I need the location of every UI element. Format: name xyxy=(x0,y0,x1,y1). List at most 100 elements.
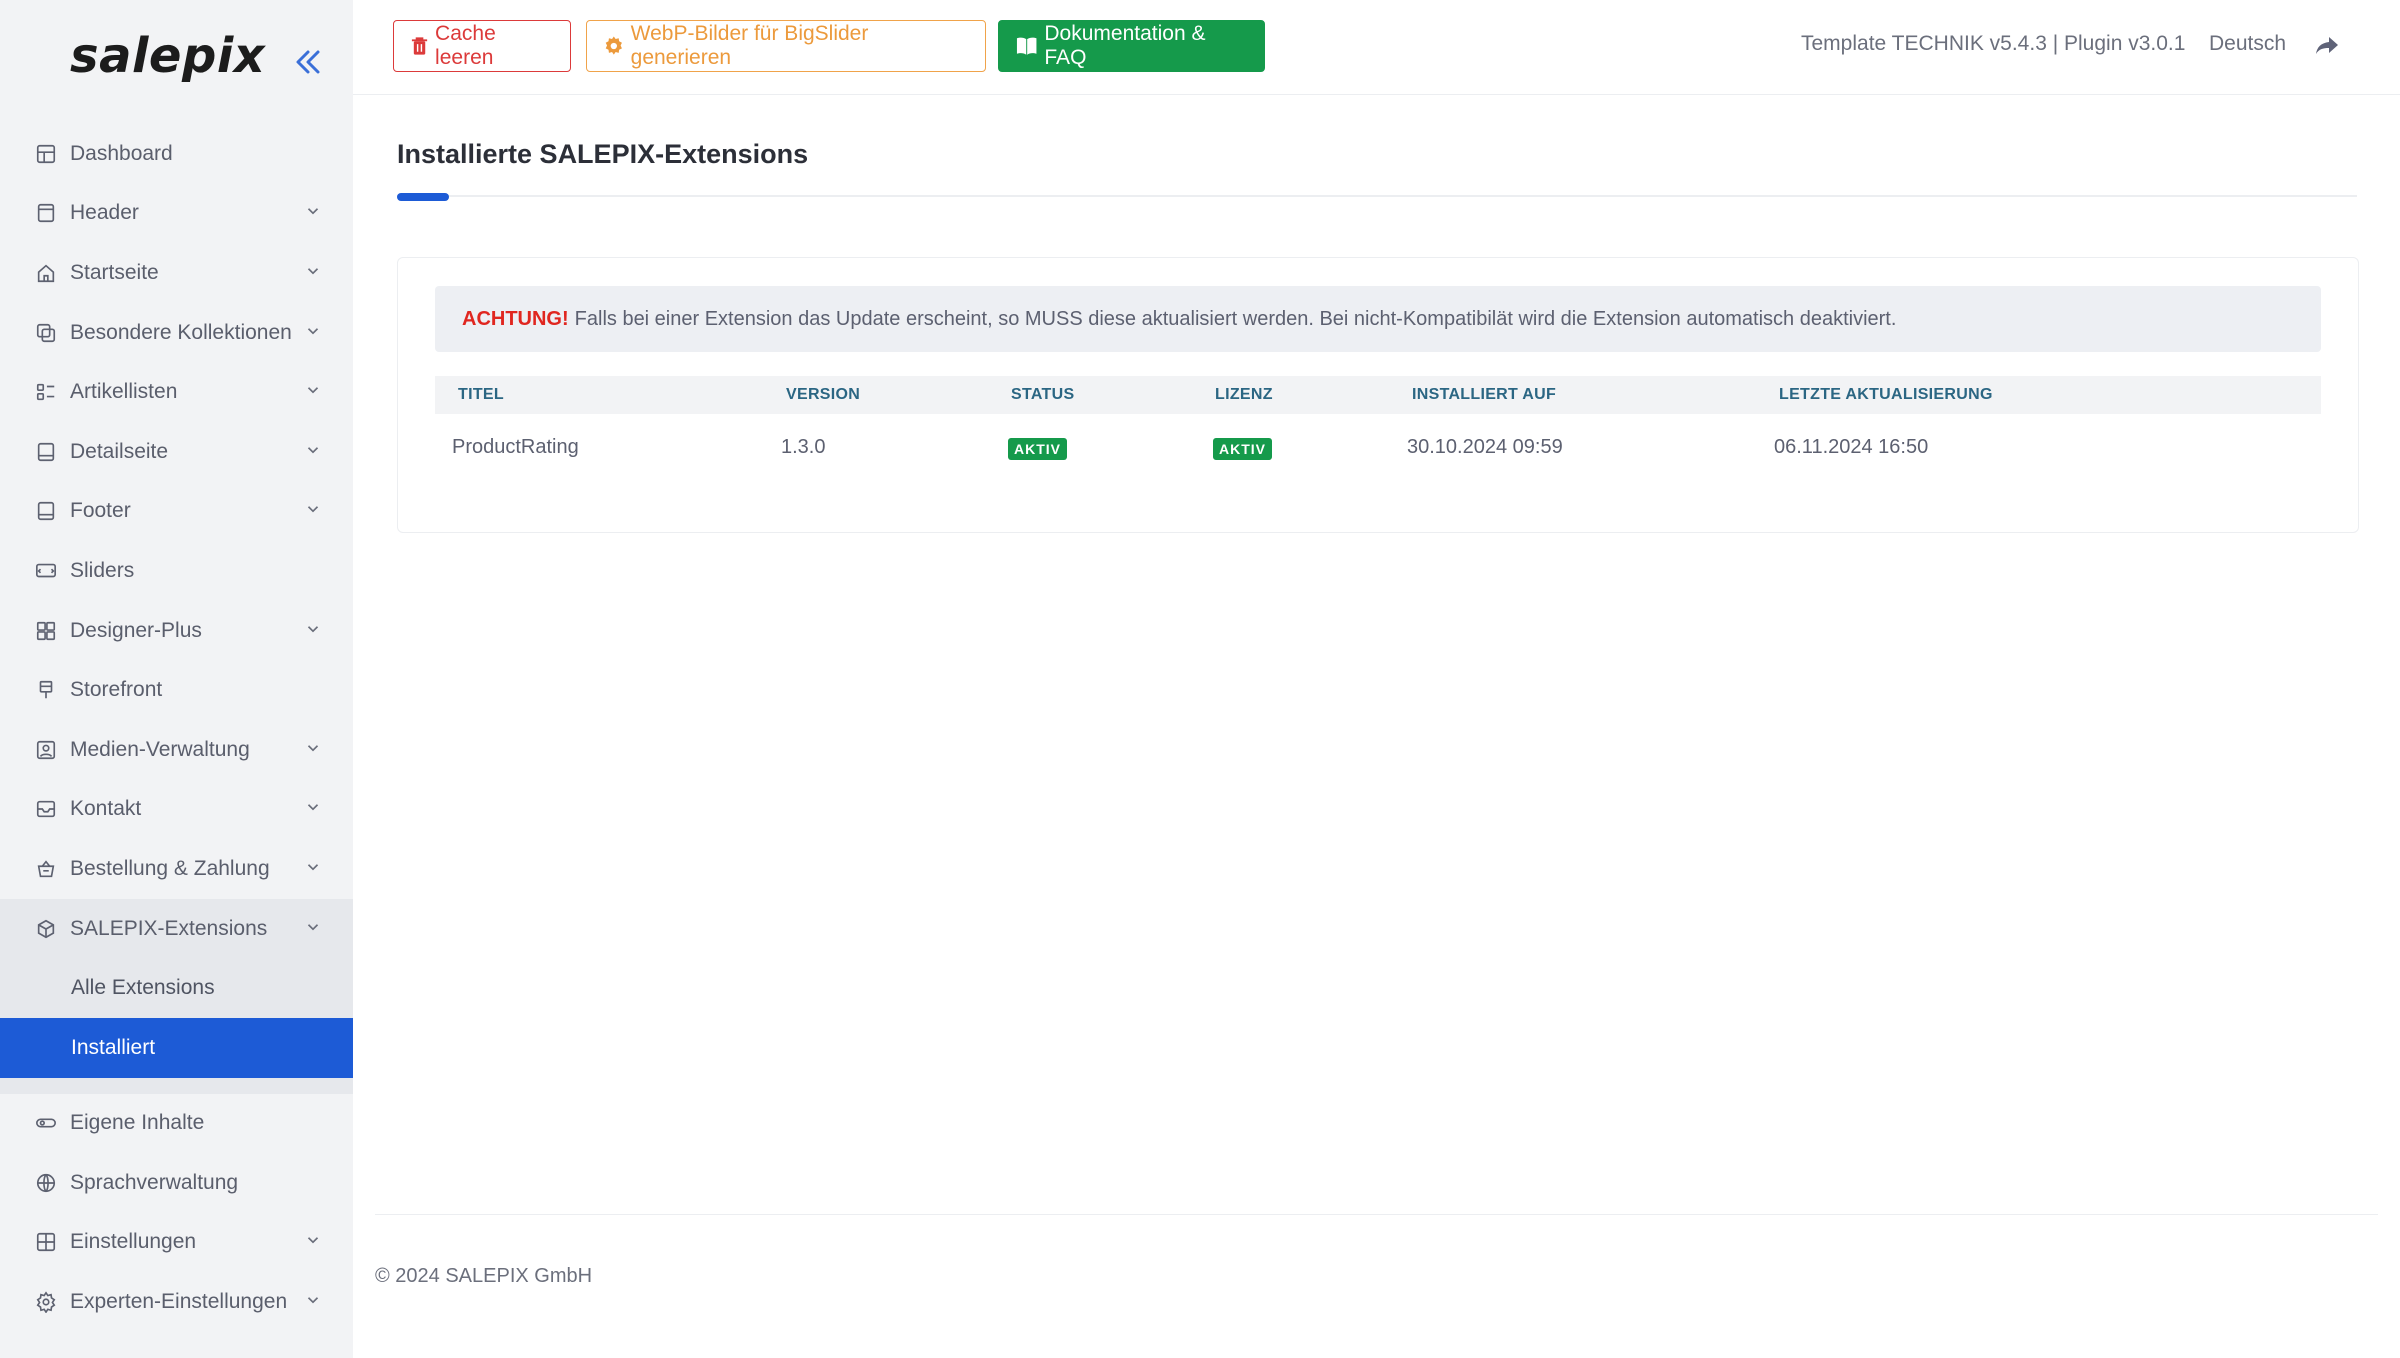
sidebar-item-dashboard[interactable]: Dashboard xyxy=(0,124,353,184)
sidebar-item-footer[interactable]: Footer xyxy=(0,482,353,542)
sidebar-item-label: Dashboard xyxy=(70,141,173,165)
chevron-down-icon xyxy=(304,918,326,940)
footer-icon xyxy=(34,499,58,523)
cell-title: ProductRating xyxy=(452,436,579,458)
column-header-version[interactable]: VERSION xyxy=(786,386,860,404)
column-header-titel[interactable]: TITEL xyxy=(458,386,504,404)
sidebar-item-label: Startseite xyxy=(70,260,159,284)
sidebar-item-label: Bestellung & Zahlung xyxy=(70,856,270,880)
sidebar-item-label: Eigene Inhalte xyxy=(70,1111,205,1135)
sidebar-nav: Dashboard Header Startseite Besondere Ko… xyxy=(0,124,353,959)
sidebar-item-label: Besondere Kollektionen xyxy=(70,320,292,344)
generate-webp-label: WebP-Bilder für BigSlider generieren xyxy=(630,22,869,69)
sidebar-item-label: Sprachverwaltung xyxy=(70,1170,239,1194)
clear-cache-label: Cache leeren xyxy=(435,22,496,69)
table-row: ProductRating 1.3.0 AKTIV AKTIV 30.10.20… xyxy=(435,414,2321,484)
page-title: Installierte SALEPIX-Extensions xyxy=(397,139,809,169)
sidebar-item-label: Header xyxy=(70,201,139,225)
chevron-down-icon xyxy=(304,500,326,522)
sidebar-item-label: Sliders xyxy=(70,558,135,582)
chevron-down-icon xyxy=(304,441,326,463)
sidebar-item-label: Einstellungen xyxy=(70,1230,197,1254)
sidebar-item-label: SALEPIX-Extensions xyxy=(70,916,268,940)
cell-version: 1.3.0 xyxy=(781,436,826,458)
chevron-down-icon xyxy=(304,798,326,820)
sidebar-item-kontakt[interactable]: Kontakt xyxy=(0,780,353,840)
sidebar-item-label: Experten-Einstellungen xyxy=(70,1290,288,1314)
sidebar-item-label: Detailseite xyxy=(70,439,169,463)
sidebar-item-label: Storefront xyxy=(70,678,163,702)
logout-share-icon[interactable] xyxy=(2313,32,2341,60)
cell-installed-date: 30.10.2024 09:59 xyxy=(1407,436,1563,458)
gear-icon xyxy=(605,36,622,55)
package-icon xyxy=(34,917,58,941)
slider-icon xyxy=(34,559,58,583)
sidebar-subitem-installiert[interactable]: Installiert xyxy=(0,1017,353,1078)
basket-icon xyxy=(34,857,58,881)
license-badge: AKTIV xyxy=(1213,438,1272,460)
sidebar-nav-after: Eigene Inhalte Sprachverwaltung Einstell… xyxy=(0,1094,353,1332)
chevron-down-icon xyxy=(304,381,326,403)
documentation-faq-label: Dokumentation & FAQ xyxy=(1044,22,1206,69)
footer-copyright: © 2024 SALEPIX GmbH xyxy=(375,1265,593,1287)
header-icon xyxy=(34,201,58,225)
sidebar-item-medien-verwaltung[interactable]: Medien-Verwaltung xyxy=(0,720,353,780)
dashboard-icon xyxy=(34,142,58,166)
sidebar-item-sprachverwaltung[interactable]: Sprachverwaltung xyxy=(0,1153,353,1213)
footer-divider xyxy=(375,1214,2378,1215)
chevron-down-icon xyxy=(304,620,326,642)
sidebar-item-label: Kontakt xyxy=(70,797,142,821)
column-header-lizenz[interactable]: LIZENZ xyxy=(1215,386,1273,404)
book-icon xyxy=(1016,37,1037,55)
column-header-installiert-auf[interactable]: INSTALLIERT AUF xyxy=(1412,386,1556,404)
mail-icon xyxy=(34,797,58,821)
sidebar-item-artikellisten[interactable]: Artikellisten xyxy=(0,362,353,422)
generate-webp-button[interactable]: WebP-Bilder für BigSlider generieren xyxy=(586,20,986,72)
toggle-icon xyxy=(34,1111,58,1135)
title-divider xyxy=(397,195,2357,197)
chevron-down-icon xyxy=(304,202,326,224)
documentation-faq-button[interactable]: Dokumentation & FAQ xyxy=(998,20,1265,72)
logo[interactable]: salepix xyxy=(70,28,265,84)
sidebar-item-sliders[interactable]: Sliders xyxy=(0,541,353,601)
sidebar-item-storefront[interactable]: Storefront xyxy=(0,660,353,720)
sidebar-item-einstellungen[interactable]: Einstellungen xyxy=(0,1213,353,1273)
designer-icon xyxy=(34,619,58,643)
version-info: Template TECHNIK v5.4.3 | Plugin v3.0.1 xyxy=(1801,32,2186,55)
sidebar-item-header[interactable]: Header xyxy=(0,184,353,244)
sidebar-item-experten-einstellungen[interactable]: Experten-Einstellungen xyxy=(0,1272,353,1332)
status-badge: AKTIV xyxy=(1008,438,1067,460)
sidebar-item-detailseite[interactable]: Detailseite xyxy=(0,422,353,482)
cell-updated-date: 06.11.2024 16:50 xyxy=(1774,436,1929,458)
globe-icon xyxy=(34,1171,58,1195)
clear-cache-button[interactable]: Cache leeren xyxy=(393,20,571,72)
sidebar-item-designer-plus[interactable]: Designer-Plus xyxy=(0,601,353,661)
sidebar-item-startseite[interactable]: Startseite xyxy=(0,243,353,303)
collapse-sidebar-icon[interactable] xyxy=(290,44,326,80)
sidebar: salepix Dashboard Header Startseite Beso… xyxy=(0,0,353,1358)
submenu-salepix-extensions: Alle Extensions Installiert xyxy=(0,958,353,1094)
topbar: Cache leeren WebP-Bilder für BigSlider g… xyxy=(353,0,2400,95)
sidebar-item-eigene-inhalte[interactable]: Eigene Inhalte xyxy=(0,1094,353,1154)
language-selector[interactable]: Deutsch xyxy=(2209,32,2286,56)
alert-text: Falls bei einer Extension das Update ers… xyxy=(574,307,1897,330)
detail-page-icon xyxy=(34,440,58,464)
storefront-icon xyxy=(34,678,58,702)
chevron-down-icon xyxy=(304,739,326,761)
warning-alert: ACHTUNG! Falls bei einer Extension das U… xyxy=(435,286,2321,352)
column-header-letzte-aktualisierung[interactable]: LETZTE AKTUALISIERUNG xyxy=(1779,386,1993,404)
sidebar-item-label: Artikellisten xyxy=(70,380,178,404)
sidebar-item-bestellung-zahlung[interactable]: Bestellung & Zahlung xyxy=(0,839,353,899)
title-accent-bar xyxy=(397,193,449,201)
trash-icon xyxy=(411,37,428,55)
sidebar-item-label: Footer xyxy=(70,499,131,523)
sidebar-item-label: Designer-Plus xyxy=(70,618,202,642)
logo-row: salepix xyxy=(0,0,353,124)
sidebar-subitem-alle-extensions[interactable]: Alle Extensions xyxy=(0,958,353,1018)
chevron-down-icon xyxy=(304,1291,326,1313)
sidebar-item-salepix-extensions[interactable]: SALEPIX-Extensions xyxy=(0,898,353,959)
sidebar-item-besondere-kollektionen[interactable]: Besondere Kollektionen xyxy=(0,303,353,363)
grid-icon xyxy=(34,1230,58,1254)
chevron-down-icon xyxy=(304,858,326,880)
column-header-status[interactable]: STATUS xyxy=(1011,386,1074,404)
